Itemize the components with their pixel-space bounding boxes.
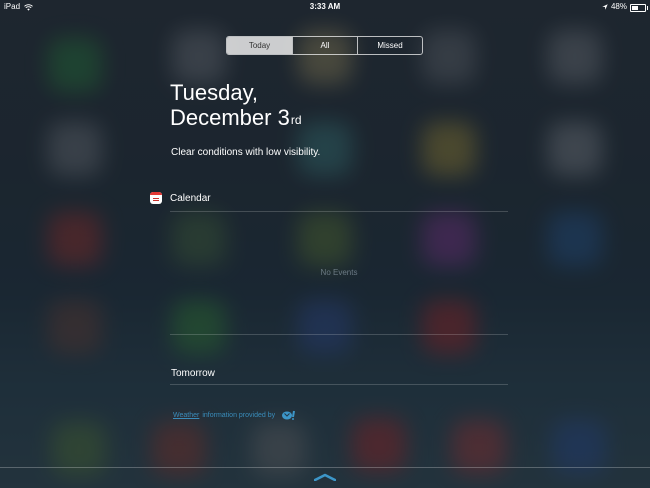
- today-date: Tuesday, December 3rd: [170, 80, 302, 130]
- battery-icon: [630, 3, 648, 12]
- attribution-text: information provided by: [202, 411, 276, 419]
- divider: [170, 211, 508, 212]
- tomorrow-label[interactable]: Tomorrow: [171, 368, 215, 379]
- weather-summary: Clear conditions with low visibility.: [171, 147, 321, 158]
- chevron-up-icon[interactable]: [314, 473, 336, 481]
- date-line: December 3rd: [170, 105, 302, 130]
- tab-missed[interactable]: Missed: [357, 37, 422, 54]
- status-time: 3:33 AM: [309, 2, 341, 11]
- date-text: December 3: [170, 105, 290, 130]
- calendar-icon: [150, 192, 162, 204]
- weather-attribution: Weather information provided by: [173, 410, 297, 420]
- divider: [170, 384, 508, 385]
- date-suffix: rd: [290, 113, 302, 127]
- view-segmented-control: Today All Missed: [226, 36, 423, 55]
- tab-today[interactable]: Today: [227, 37, 292, 54]
- weekday: Tuesday,: [170, 80, 259, 105]
- battery-percent: 48%: [610, 2, 627, 11]
- divider: [170, 334, 508, 335]
- notification-center-screen: iPad 3:33 AM 48% Today All Missed Tuesda…: [0, 0, 650, 488]
- tab-all[interactable]: All: [292, 37, 357, 54]
- weather-link[interactable]: Weather: [173, 412, 199, 419]
- bottom-divider: [0, 467, 650, 468]
- no-events-label: No Events: [320, 268, 358, 277]
- calendar-section-header[interactable]: Calendar: [150, 192, 211, 204]
- status-bar: iPad 3:33 AM 48%: [0, 0, 650, 14]
- yahoo-logo-icon[interactable]: [281, 410, 297, 420]
- dim-overlay: [0, 0, 650, 488]
- location-arrow-icon: [602, 4, 608, 10]
- calendar-title: Calendar: [170, 192, 211, 204]
